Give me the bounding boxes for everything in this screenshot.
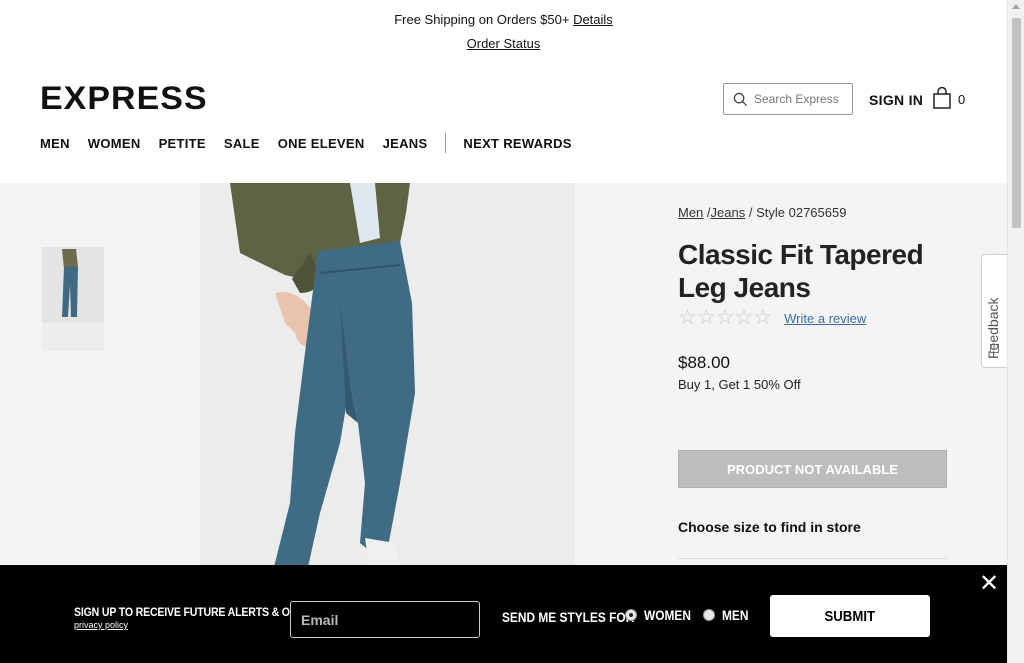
- nav-item-sale[interactable]: SALE: [224, 136, 260, 151]
- star-icon: ☆: [696, 306, 716, 329]
- find-in-store[interactable]: Choose size to find in store: [678, 519, 861, 535]
- nav-item-petite[interactable]: PETITE: [159, 136, 206, 151]
- product-offer: Buy 1, Get 1 50% Off: [678, 377, 801, 392]
- privacy-policy-link[interactable]: privacy policy: [74, 620, 128, 630]
- radio-women[interactable]: WOMEN: [625, 607, 699, 623]
- star-icon: ☆: [753, 306, 773, 329]
- radio-men-button[interactable]: [703, 609, 715, 621]
- nav-item-jeans[interactable]: JEANS: [383, 136, 428, 151]
- shopping-bag-icon: [933, 87, 951, 109]
- express-logo[interactable]: EXPRESS: [40, 80, 208, 117]
- shopping-bag-button[interactable]: 0: [932, 87, 965, 109]
- search-input[interactable]: [754, 92, 849, 106]
- breadcrumb-jeans[interactable]: Jeans: [711, 205, 746, 220]
- search-icon: [733, 92, 748, 106]
- product-thumbnail[interactable]: [42, 247, 104, 351]
- sign-in-link[interactable]: SIGN IN: [869, 92, 923, 108]
- promo-shipping: Free Shipping on Orders $50+ Details: [0, 12, 1007, 27]
- style-number: / Style 02765659: [748, 205, 847, 220]
- main-nav: MEN WOMEN PETITE SALE ONE ELEVEN JEANS N…: [40, 133, 590, 153]
- radio-men[interactable]: MEN: [703, 607, 753, 623]
- write-review-link[interactable]: Write a review: [784, 311, 866, 326]
- nav-item-one-eleven[interactable]: ONE ELEVEN: [278, 136, 365, 151]
- feedback-tab[interactable]: Feedback: [981, 254, 1007, 368]
- radio-men-label: MEN: [722, 607, 749, 623]
- nav-divider: [445, 133, 447, 153]
- feedback-label: Feedback: [985, 297, 1001, 359]
- scrollbar-thumb[interactable]: [1012, 18, 1021, 228]
- thumbnail-image: [42, 247, 104, 351]
- submit-button[interactable]: SUBMIT: [770, 595, 930, 637]
- product-rating: ☆ ☆ ☆ ☆ ☆ Write a review: [678, 306, 866, 329]
- product-title: Classic Fit Tapered Leg Jeans: [678, 239, 924, 303]
- submit-label: SUBMIT: [824, 607, 876, 625]
- nav-item-women[interactable]: WOMEN: [88, 136, 141, 151]
- vertical-scrollbar[interactable]: [1007, 0, 1024, 663]
- signup-headline: SIGN UP TO RECEIVE FUTURE ALERTS & OFFER…: [74, 605, 324, 619]
- radio-women-button[interactable]: [625, 609, 637, 621]
- search-box[interactable]: [723, 83, 853, 115]
- promo-order-status: Order Status: [0, 36, 1007, 51]
- nav-item-men[interactable]: MEN: [40, 136, 70, 151]
- promo-shipping-text: Free Shipping on Orders $50+: [394, 12, 570, 27]
- radio-women-label: WOMEN: [644, 607, 691, 623]
- order-status-link[interactable]: Order Status: [467, 36, 541, 51]
- star-icon: ☆: [678, 306, 697, 329]
- product-not-available-button[interactable]: PRODUCT NOT AVAILABLE: [678, 450, 947, 488]
- scroll-up-icon[interactable]: [1012, 4, 1020, 9]
- bag-count: 0: [958, 91, 966, 107]
- email-signup-bar: ✕ SIGN UP TO RECEIVE FUTURE ALERTS & OFF…: [0, 565, 1007, 663]
- nav-item-next-rewards[interactable]: NEXT REWARDS: [463, 136, 571, 151]
- breadcrumb: Men /Jeans / Style 02765659: [678, 205, 846, 220]
- breadcrumb-men[interactable]: Men: [678, 205, 703, 220]
- email-field[interactable]: [290, 601, 480, 638]
- close-icon[interactable]: ✕: [979, 570, 999, 598]
- star-icon: ☆: [734, 306, 754, 329]
- rating-stars: ☆ ☆ ☆ ☆ ☆: [678, 306, 773, 329]
- star-icon: ☆: [715, 306, 735, 329]
- product-price: $88.00: [678, 353, 730, 372]
- styles-for-label: SEND ME STYLES FOR: [502, 609, 635, 625]
- promo-details-link[interactable]: Details: [573, 12, 613, 27]
- details-divider: [678, 558, 947, 559]
